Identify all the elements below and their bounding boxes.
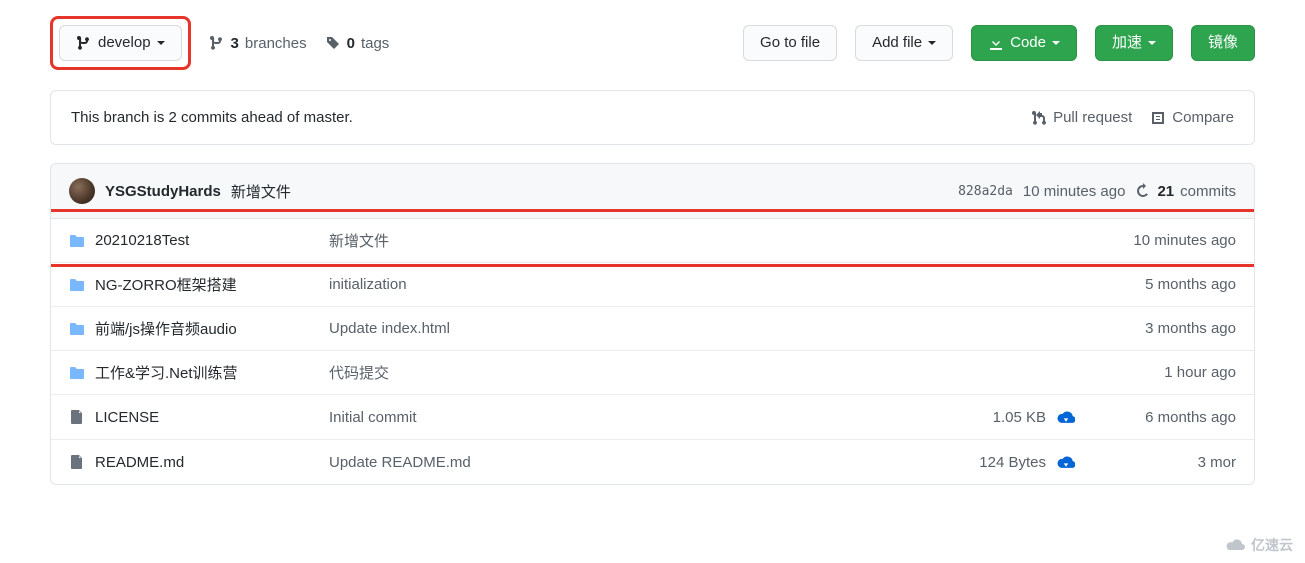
- tag-icon: [325, 35, 341, 51]
- folder-icon: [69, 321, 85, 337]
- cloud-download-icon[interactable]: [1057, 406, 1075, 424]
- commits-label: commits: [1180, 183, 1236, 200]
- file-commit-msg[interactable]: 新增文件: [329, 230, 946, 251]
- file-size: 124 Bytes: [946, 454, 1046, 471]
- tags-count: 0: [347, 35, 355, 52]
- file-time: 10 minutes ago: [1086, 232, 1236, 249]
- table-row: NG-ZORRO框架搭建 initialization 5 months ago: [51, 263, 1254, 307]
- git-branch-icon: [209, 35, 225, 51]
- commit-author[interactable]: YSGStudyHards: [105, 183, 221, 200]
- chevron-down-icon: [1052, 41, 1060, 45]
- branch-highlight-box: develop: [50, 16, 191, 70]
- branches-link[interactable]: 3 branches: [209, 35, 307, 52]
- file-name: 前端/js操作音频audio: [95, 318, 237, 339]
- file-commit-msg[interactable]: initialization: [329, 276, 946, 293]
- file-name-link[interactable]: 前端/js操作音频audio: [69, 318, 329, 339]
- compare-label: Compare: [1172, 109, 1234, 126]
- compare-link[interactable]: Compare: [1150, 109, 1234, 126]
- watermark-text: 亿速云: [1251, 535, 1293, 555]
- notice-text: This branch is 2 commits ahead of master…: [71, 109, 353, 126]
- file-icon: [69, 409, 85, 425]
- cloud-download-icon[interactable]: [1057, 451, 1075, 469]
- file-download[interactable]: [1046, 451, 1086, 473]
- pull-request-label: Pull request: [1053, 109, 1132, 126]
- file-name-link[interactable]: NG-ZORRO框架搭建: [69, 274, 329, 295]
- file-time: 6 months ago: [1086, 409, 1236, 426]
- file-commit-msg[interactable]: Update README.md: [329, 454, 946, 471]
- pull-request-icon: [1031, 110, 1047, 126]
- pull-request-link[interactable]: Pull request: [1031, 109, 1132, 126]
- tags-link[interactable]: 0 tags: [325, 35, 390, 52]
- file-commit-msg[interactable]: Initial commit: [329, 409, 946, 426]
- chevron-down-icon: [157, 41, 165, 45]
- chevron-down-icon: [1148, 41, 1156, 45]
- file-commit-msg[interactable]: Update index.html: [329, 320, 946, 337]
- mirror-button[interactable]: 镜像: [1191, 25, 1255, 61]
- download-icon: [988, 35, 1004, 51]
- table-row: 20210218Test 新增文件 10 minutes ago: [51, 219, 1254, 263]
- table-row: LICENSE Initial commit1.05 KB 6 months ago: [51, 395, 1254, 440]
- file-time: 5 months ago: [1086, 276, 1236, 293]
- file-name: 20210218Test: [95, 232, 189, 249]
- file-icon: [69, 454, 85, 470]
- commits-count: 21: [1157, 183, 1174, 200]
- cloud-icon: [1225, 537, 1247, 553]
- file-time: 3 months ago: [1086, 320, 1236, 337]
- commit-sha[interactable]: 828a2da: [958, 184, 1013, 199]
- folder-icon: [69, 277, 85, 293]
- file-name: NG-ZORRO框架搭建: [95, 274, 237, 295]
- file-time: 1 hour ago: [1086, 364, 1236, 381]
- accelerate-button[interactable]: 加速: [1095, 25, 1173, 61]
- file-download[interactable]: [1046, 406, 1086, 428]
- branch-name: develop: [98, 33, 151, 53]
- add-file-label: Add file: [872, 33, 922, 53]
- branch-status-notice: This branch is 2 commits ahead of master…: [50, 90, 1255, 145]
- notice-actions: Pull request Compare: [1031, 109, 1234, 126]
- table-row: 前端/js操作音频audio Update index.html 3 months …: [51, 307, 1254, 351]
- branch-select-button[interactable]: develop: [59, 25, 182, 61]
- commit-time[interactable]: 10 minutes ago: [1023, 183, 1126, 200]
- watermark: 亿速云: [1225, 535, 1293, 555]
- add-file-button[interactable]: Add file: [855, 25, 953, 61]
- file-commit-msg[interactable]: 代码提交: [329, 362, 946, 383]
- accelerate-label: 加速: [1112, 33, 1142, 53]
- mirror-label: 镜像: [1208, 33, 1238, 53]
- file-size: 1.05 KB: [946, 409, 1046, 426]
- tags-label: tags: [361, 35, 389, 52]
- file-name-link[interactable]: 20210218Test: [69, 232, 329, 249]
- file-name: LICENSE: [95, 409, 159, 426]
- repo-toolbar: develop 3 branches 0 tags Go to file Add…: [50, 16, 1255, 70]
- branches-label: branches: [245, 35, 307, 52]
- file-name-link[interactable]: 工作&学习.Net训练营: [69, 362, 329, 383]
- file-name-link[interactable]: LICENSE: [69, 409, 329, 426]
- table-row: README.md Update README.md124 Bytes 3 mor: [51, 440, 1254, 484]
- file-name-link[interactable]: README.md: [69, 454, 329, 471]
- latest-commit-header: YSGStudyHards 新增文件 828a2da 10 minutes ag…: [51, 164, 1254, 219]
- avatar[interactable]: [69, 178, 95, 204]
- commits-link[interactable]: 21 commits: [1135, 183, 1236, 200]
- go-to-file-button[interactable]: Go to file: [743, 25, 837, 61]
- code-button[interactable]: Code: [971, 25, 1077, 61]
- file-listing: YSGStudyHards 新增文件 828a2da 10 minutes ag…: [50, 163, 1255, 485]
- file-name: README.md: [95, 454, 184, 471]
- file-time: 3 mor: [1086, 454, 1236, 471]
- folder-icon: [69, 233, 85, 249]
- chevron-down-icon: [928, 41, 936, 45]
- go-to-file-label: Go to file: [760, 33, 820, 53]
- code-label: Code: [1010, 33, 1046, 53]
- file-name: 工作&学习.Net训练营: [95, 362, 238, 383]
- git-branch-icon: [76, 35, 92, 51]
- table-row: 工作&学习.Net训练营 代码提交 1 hour ago: [51, 351, 1254, 395]
- history-icon: [1135, 183, 1151, 199]
- diff-icon: [1150, 110, 1166, 126]
- folder-icon: [69, 365, 85, 381]
- branches-count: 3: [231, 35, 239, 52]
- commit-message[interactable]: 新增文件: [231, 181, 291, 202]
- file-rows-container: 20210218Test 新增文件 10 minutes ago NG-ZORRO框架…: [51, 219, 1254, 484]
